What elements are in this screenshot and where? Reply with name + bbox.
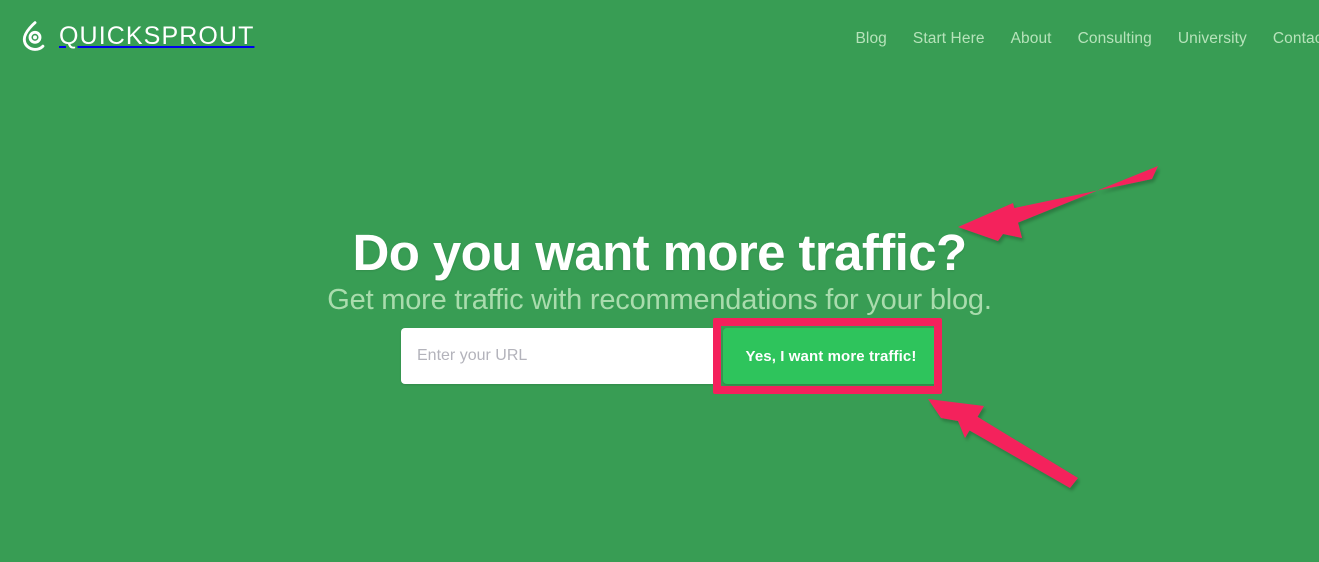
page-title: Do you want more traffic?: [352, 224, 967, 282]
page-root: QUICKSPROUT Blog Start Here About Consul…: [0, 0, 1319, 562]
hero-subtitle: Get more traffic with recommendations fo…: [327, 284, 992, 316]
url-input[interactable]: [401, 328, 717, 384]
url-signup-form: Yes, I want more traffic!: [401, 328, 939, 384]
submit-cta-button[interactable]: Yes, I want more traffic!: [723, 328, 939, 384]
hero-section: Do you want more traffic? Get more traff…: [0, 0, 1319, 562]
